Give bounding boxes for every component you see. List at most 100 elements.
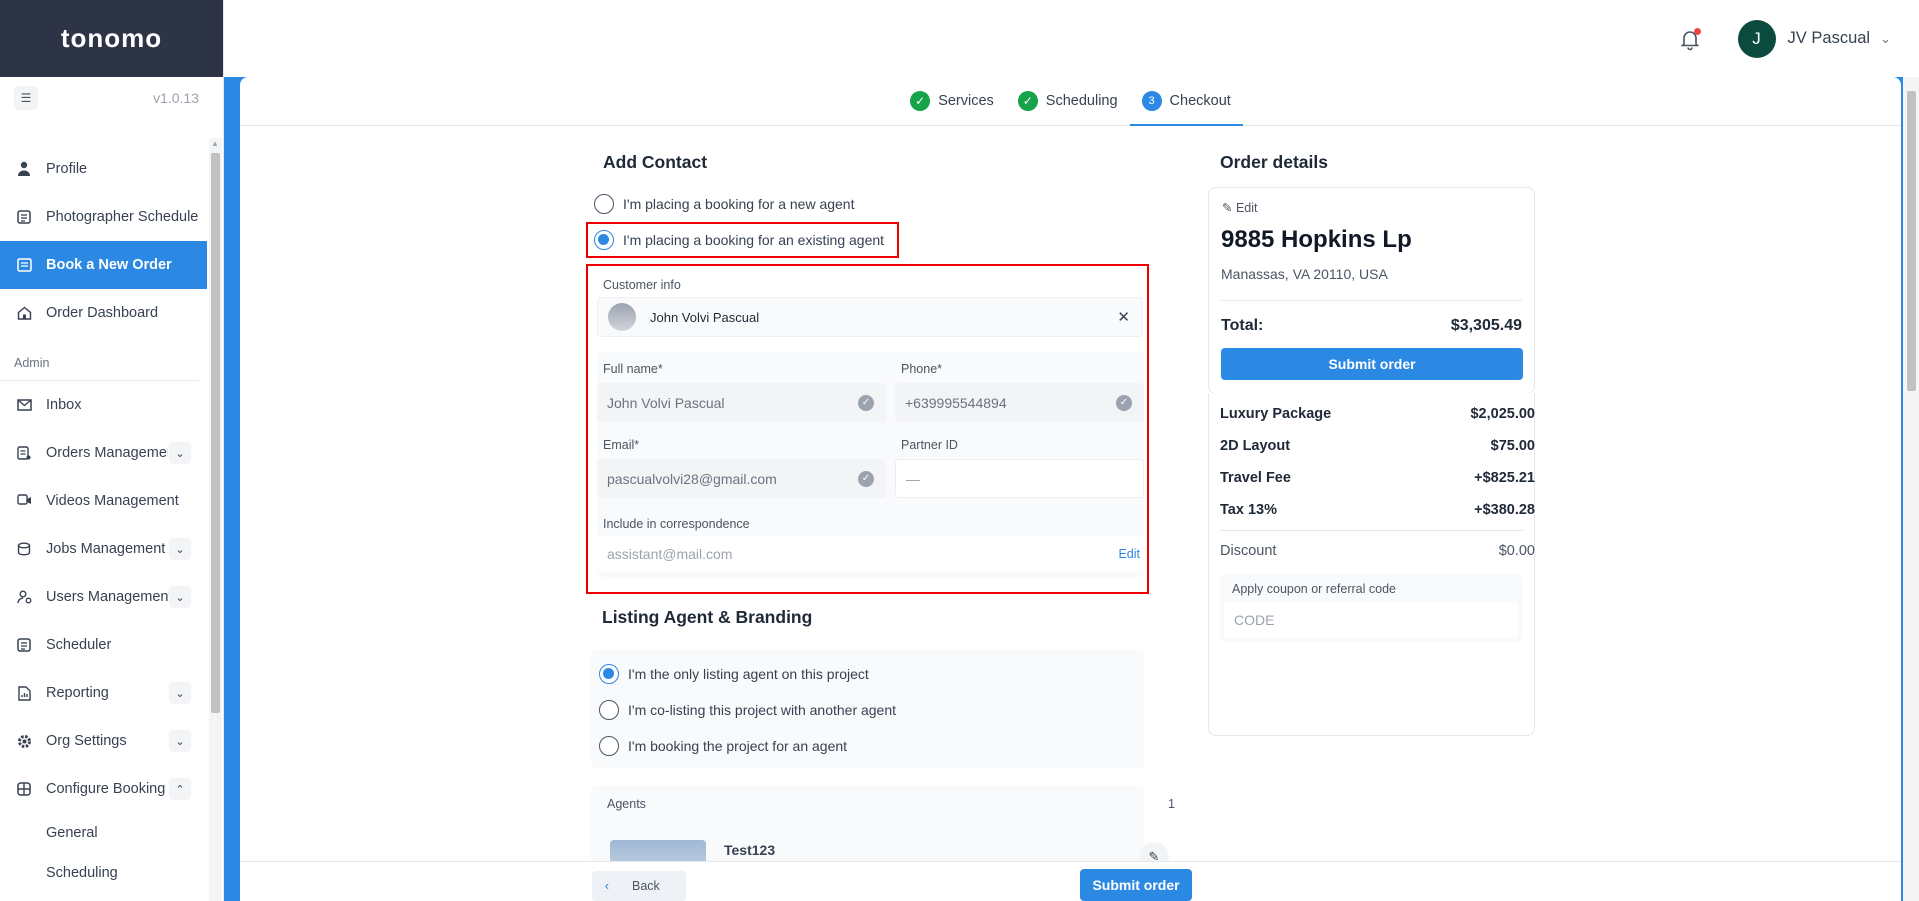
chevron-up-icon[interactable]: ⌃ [169, 778, 191, 800]
line-value: $2,025.00 [1470, 406, 1535, 422]
coupon-input[interactable]: CODE [1224, 602, 1518, 638]
step-scheduling[interactable]: ✓ Scheduling [1006, 77, 1130, 125]
sidebar-item-videos-management[interactable]: Videos Management [0, 477, 207, 525]
radio-new-agent[interactable]: I'm placing a booking for a new agent [594, 194, 855, 214]
footer-submit-order-button[interactable]: Submit order [1080, 869, 1192, 901]
partner-id-field[interactable]: — [895, 459, 1144, 498]
sidebar-item-label: Profile [46, 161, 88, 177]
sidebar-subitem-scheduling[interactable]: Scheduling [0, 853, 207, 893]
chevron-down-icon[interactable]: ⌄ [169, 538, 191, 560]
radio-button[interactable] [594, 194, 614, 214]
chevron-down-icon[interactable]: ⌄ [169, 442, 191, 464]
radio-label: I'm placing a booking for a new agent [623, 196, 855, 212]
scroll-up-arrow-icon[interactable]: ▲ [211, 139, 219, 148]
sidebar-item-org-settings[interactable]: Org Settings ⌄ [0, 717, 207, 765]
order-details-title: Order details [1220, 152, 1328, 172]
mail-icon [16, 397, 32, 413]
radio-button[interactable] [599, 700, 619, 720]
radio-co-listing[interactable]: I'm co-listing this project with another… [599, 700, 896, 720]
scheduler-icon [16, 637, 32, 653]
brand-logo[interactable]: tonomo [0, 0, 223, 77]
customer-select[interactable]: John Volvi Pascual ✕ [597, 297, 1143, 337]
customer-name: John Volvi Pascual [650, 309, 760, 325]
user-icon [16, 161, 32, 177]
chevron-down-icon[interactable]: ⌄ [1880, 31, 1891, 47]
step-label: Scheduling [1045, 93, 1118, 109]
sidebar-subitem-general[interactable]: General [0, 813, 207, 853]
back-button[interactable]: ‹ Back [592, 871, 686, 901]
user-name[interactable]: JV Pascual [1788, 29, 1871, 48]
sidebar-item-label: Inbox [46, 397, 82, 413]
full-name-field[interactable]: John Volvi Pascual ✓ [597, 383, 886, 422]
email-value: pascualvolvi28@gmail.com [607, 470, 777, 487]
discount-row: Discount $0.00 [1220, 543, 1535, 559]
radio-button[interactable] [599, 736, 619, 756]
sidebar-item-jobs-management[interactable]: Jobs Management ⌄ [0, 525, 207, 573]
chevron-left-icon: ‹ [604, 879, 610, 893]
discount-label: Discount [1220, 543, 1277, 559]
grid-icon [16, 781, 32, 797]
sidebar-scroll-thumb[interactable] [211, 153, 220, 713]
pencil-icon: ✎ [1222, 201, 1233, 215]
sidebar-item-scheduler[interactable]: Scheduler [0, 621, 207, 669]
email-field[interactable]: pascualvolvi28@gmail.com ✓ [597, 459, 886, 498]
line-item: 2D Layout $75.00 [1220, 438, 1535, 454]
avatar[interactable]: J [1737, 19, 1776, 58]
step-checkout[interactable]: 3 Checkout [1129, 77, 1244, 126]
partner-id-label: Partner ID [901, 438, 958, 452]
coupon-label: Apply coupon or referral code [1232, 582, 1396, 596]
phone-label: Phone* [901, 362, 943, 376]
stepper: ✓ Services ✓ Scheduling 3 Checkout [240, 77, 1901, 126]
main-scroll-thumb[interactable] [1907, 91, 1916, 391]
step-number: 3 [1141, 91, 1162, 111]
radio-only-listing-agent[interactable]: I'm the only listing agent on this proje… [599, 664, 869, 684]
sidebar-item-profile[interactable]: Profile [0, 145, 207, 193]
chevron-down-icon[interactable]: ⌄ [169, 682, 191, 704]
radio-existing-agent[interactable]: I'm placing a booking for an existing ag… [594, 230, 884, 250]
radio-button[interactable] [599, 664, 619, 684]
sidebar-item-label: Org Settings [46, 733, 127, 749]
home-icon [16, 305, 32, 321]
line-item: Tax 13% +$380.28 [1220, 502, 1535, 518]
sidebar-item-photographer-schedule[interactable]: Photographer Schedule [0, 193, 207, 241]
chevron-down-icon[interactable]: ⌄ [169, 730, 191, 752]
correspondence-edit-link[interactable]: Edit [1118, 547, 1140, 561]
phone-field[interactable]: +639995544894 ✓ [895, 383, 1144, 422]
close-icon[interactable]: ✕ [1117, 308, 1130, 326]
radio-booking-for-agent[interactable]: I'm booking the project for an agent [599, 736, 847, 756]
sidebar-item-label: Book a New Order [46, 257, 172, 273]
jobs-icon [16, 541, 32, 557]
customer-avatar [608, 303, 636, 331]
main-scrollbar[interactable] [1903, 77, 1919, 901]
correspondence-placeholder: assistant@mail.com [607, 546, 733, 562]
sidebar-item-inbox[interactable]: Inbox [0, 381, 207, 429]
sidebar-item-orders-management[interactable]: Orders Management ⌄ [0, 429, 207, 477]
radio-button[interactable] [594, 230, 614, 250]
phone-value: +639995544894 [905, 394, 1007, 411]
check-icon: ✓ [910, 91, 931, 111]
sidebar-item-label: Configure Booking [46, 781, 166, 797]
correspondence-field[interactable]: assistant@mail.com Edit [597, 536, 1144, 572]
line-item: Travel Fee +$825.21 [1220, 470, 1535, 486]
top-header: J JV Pascual ⌄ [224, 0, 1919, 77]
chevron-down-icon[interactable]: ⌄ [169, 586, 191, 608]
sidebar-item-users-management[interactable]: Users Management ⌄ [0, 573, 207, 621]
sidebar-item-order-dashboard[interactable]: Order Dashboard [0, 289, 207, 337]
total-row: Total: $3,305.49 [1221, 317, 1522, 335]
total-value: $3,305.49 [1450, 317, 1522, 334]
radio-label: I'm co-listing this project with another… [628, 702, 897, 718]
video-icon [16, 493, 32, 509]
submit-order-button[interactable]: Submit order [1221, 348, 1523, 380]
order-edit-link[interactable]: ✎ Edit [1222, 200, 1258, 215]
step-services[interactable]: ✓ Services [898, 77, 1006, 125]
sidebar-item-configure-booking[interactable]: Configure Booking ⌃ [0, 765, 207, 813]
main-area: ✓ Services ✓ Scheduling 3 Checkout Add Cont… [224, 77, 1919, 901]
sidebar-item-book-new-order[interactable]: Book a New Order [0, 241, 207, 289]
line-label: 2D Layout [1220, 438, 1291, 454]
notification-bell-icon[interactable] [1678, 27, 1702, 51]
sidebar-item-reporting[interactable]: Reporting ⌄ [0, 669, 207, 717]
collapse-sidebar-button[interactable]: ☰ [14, 86, 38, 110]
agents-count: 1 [1168, 797, 1175, 811]
line-item: Luxury Package $2,025.00 [1220, 406, 1535, 422]
divider [1220, 530, 1523, 531]
